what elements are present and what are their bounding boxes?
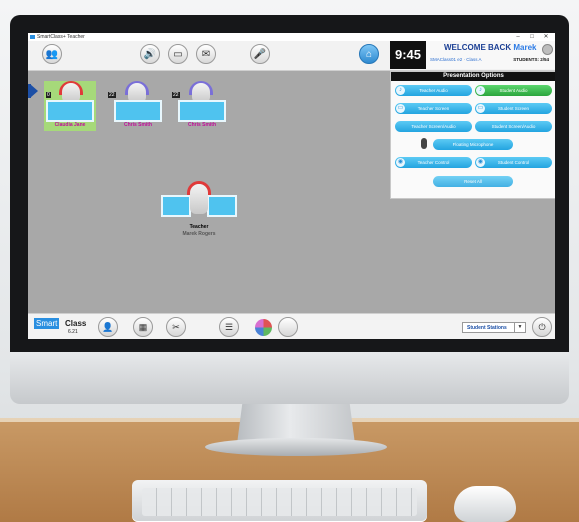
power-icon[interactable]: ⏻ [532, 317, 552, 337]
selection-arrow-icon [30, 84, 38, 98]
monitor-icon: ▭ [476, 104, 485, 113]
keyboard [132, 480, 427, 522]
teacher-name: Marek Rogers [182, 231, 216, 237]
message-icon[interactable]: ✉ [196, 44, 216, 64]
teacher-control-button[interactable]: ◉ Teacher Control [395, 157, 472, 168]
student-station[interactable]: 22 Chris Smith [108, 81, 162, 128]
select-value: Student Stations [467, 325, 507, 331]
user-name: Marek [513, 43, 537, 52]
monitor-icon: ▭ [396, 104, 405, 113]
mouse-icon: ◉ [396, 158, 405, 167]
student-screen-audio-button[interactable]: Student Screen/Audio [475, 121, 552, 132]
floating-microphone-button[interactable]: Floating Microphone [433, 139, 513, 150]
maximize-button[interactable]: □ [525, 33, 539, 41]
avatar[interactable] [542, 44, 553, 55]
chevron-down-icon: ▼ [514, 323, 525, 332]
student-station[interactable]: 22 Chris Smith [172, 81, 226, 128]
station-name: Chris Smith [123, 122, 153, 128]
window-title: SmartClass+ Teacher [37, 34, 85, 40]
home-icon[interactable]: ⌂ [359, 44, 379, 64]
grid-icon[interactable]: ▦ [133, 317, 153, 337]
mouse-icon: ◉ [476, 158, 485, 167]
list-icon[interactable]: ☰ [219, 317, 239, 337]
button-label: Teacher Control [417, 160, 450, 165]
student-screen-button[interactable]: ▭ Student Screen [475, 103, 552, 114]
teacher-avatar-icon [190, 184, 208, 214]
reset-all-button[interactable]: Reset All [433, 176, 513, 187]
teacher-screen-right [207, 195, 237, 217]
mic-icon[interactable]: 🎤 [250, 44, 270, 64]
teacher-station[interactable]: Teacher Marek Rogers [161, 181, 237, 241]
station-number: 22 [108, 92, 116, 98]
version: 6.21 [68, 329, 78, 335]
app-logo-icon [30, 35, 35, 39]
close-button[interactable]: ✕ [539, 33, 553, 41]
brand-logo: Smart Class 6.21 [34, 318, 87, 336]
station-screen [114, 100, 162, 122]
mic-icon [421, 138, 427, 149]
button-label: Student Control [497, 160, 530, 165]
button-label: Student Screen [497, 106, 530, 111]
title-bar: SmartClass+ Teacher – □ ✕ [28, 33, 555, 41]
teacher-screen-audio-button[interactable]: Teacher Screen/Audio [395, 121, 472, 132]
station-number: 22 [172, 92, 180, 98]
speaker-icon: ♪ [396, 86, 405, 95]
class-info: SMAClass01 e2 · Class A [430, 57, 482, 62]
app-window: SmartClass+ Teacher – □ ✕ 👥 🔊 ▭ ✉ 🎤 ⌂ 9:… [28, 33, 555, 339]
button-label: Student Audio [499, 88, 528, 93]
welcome-panel: WELCOME BACK Marek SMAClass01 e2 · Class… [426, 41, 555, 69]
button-label: Teacher Audio [419, 88, 448, 93]
student-audio-button[interactable]: ♪ Student Audio [475, 85, 552, 96]
clock: 9:45 [390, 41, 426, 69]
station-screen [178, 100, 226, 122]
group-icon[interactable]: 👥 [42, 44, 62, 64]
tools-icon[interactable]: ✂ [166, 317, 186, 337]
panel-title: Presentation Options [391, 72, 555, 81]
user-icon[interactable]: 👤 [98, 317, 118, 337]
minimize-button[interactable]: – [511, 33, 525, 41]
presentation-options-panel: Presentation Options ♪ Teacher Audio ♪ Stu… [390, 71, 555, 199]
brand-class: Class [65, 319, 87, 328]
student-control-button[interactable]: ◉ Student Control [475, 157, 552, 168]
bottom-bar: Smart Class 6.21 👤 ▦ ✂ ☰ Student Station… [28, 313, 555, 339]
speaker-icon[interactable]: 🔊 [140, 44, 160, 64]
speaker-icon: ♪ [476, 86, 485, 95]
student-station[interactable]: 0 Claudia Jane [44, 81, 96, 131]
blank-circle-icon[interactable] [278, 317, 298, 337]
student-stations-select[interactable]: Student Stations ▼ [462, 322, 526, 333]
station-name: Chris Smith [187, 122, 217, 128]
welcome-prefix: WELCOME BACK [444, 43, 512, 52]
monitor-chin [10, 352, 569, 404]
monitor-icon[interactable]: ▭ [168, 44, 188, 64]
students-count: STUDENTS: 2/54 [513, 57, 549, 62]
button-label: Teacher Screen [417, 106, 450, 111]
keyboard-keys [142, 488, 417, 516]
teacher-screen-button[interactable]: ▭ Teacher Screen [395, 103, 472, 114]
station-screen [46, 100, 94, 122]
teacher-screen-left [161, 195, 191, 217]
station-number: 0 [46, 92, 51, 98]
welcome-text: WELCOME BACK Marek [444, 43, 536, 52]
color-cube-icon[interactable] [255, 319, 272, 336]
monitor-stand-base [205, 438, 387, 456]
mouse [454, 486, 516, 522]
teacher-audio-button[interactable]: ♪ Teacher Audio [395, 85, 472, 96]
brand-smart: Smart [34, 318, 60, 329]
teacher-role: Teacher [189, 224, 209, 230]
station-name: Claudia Jane [54, 122, 86, 128]
